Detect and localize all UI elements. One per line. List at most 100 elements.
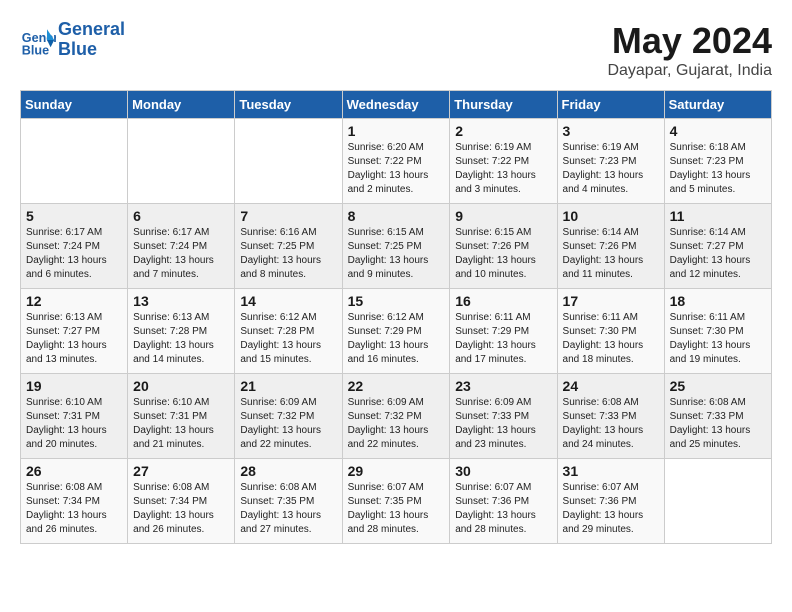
day-detail: Sunrise: 6:11 AMSunset: 7:30 PMDaylight:… <box>670 311 766 367</box>
day-number: 5 <box>26 208 122 224</box>
day-number: 25 <box>670 378 766 394</box>
month-title: May 2024 <box>607 20 772 62</box>
calendar-day-cell: 7 Sunrise: 6:16 AMSunset: 7:25 PMDaylight… <box>235 204 342 289</box>
day-number: 26 <box>26 463 122 479</box>
calendar-day-cell: 21 Sunrise: 6:09 AMSunset: 7:32 PMDayligh… <box>235 374 342 459</box>
day-number: 4 <box>670 123 766 139</box>
day-number: 13 <box>133 293 229 309</box>
calendar-day-cell: 24 Sunrise: 6:08 AMSunset: 7:33 PMDayligh… <box>557 374 664 459</box>
calendar-header-tuesday: Tuesday <box>235 91 342 119</box>
day-number: 22 <box>348 378 445 394</box>
subtitle: Dayapar, Gujarat, India <box>607 62 772 80</box>
day-detail: Sunrise: 6:07 AMSunset: 7:36 PMDaylight:… <box>455 481 551 537</box>
page-header: General Blue General Blue May 2024 Dayap… <box>20 20 772 80</box>
calendar-week-row: 1Sunrise: 6:20 AMSunset: 7:22 PMDaylight… <box>21 119 772 204</box>
calendar-header-wednesday: Wednesday <box>342 91 450 119</box>
day-detail: Sunrise: 6:19 AMSunset: 7:22 PMDaylight:… <box>455 141 551 197</box>
day-detail: Sunrise: 6:15 AMSunset: 7:25 PMDaylight:… <box>348 226 445 282</box>
day-number: 23 <box>455 378 551 394</box>
calendar-header-row: SundayMondayTuesdayWednesdayThursdayFrid… <box>21 91 772 119</box>
calendar-header-sunday: Sunday <box>21 91 128 119</box>
calendar-day-cell: 18Sunrise: 6:11 AMSunset: 7:30 PMDayligh… <box>664 289 771 374</box>
day-number: 17 <box>563 293 659 309</box>
day-detail: Sunrise: 6:14 AMSunset: 7:26 PMDaylight:… <box>563 226 659 282</box>
day-detail: Sunrise: 6:12 AMSunset: 7:29 PMDaylight:… <box>348 311 445 367</box>
calendar-day-cell: 25 Sunrise: 6:08 AMSunset: 7:33 PMDayligh… <box>664 374 771 459</box>
day-detail: Sunrise: 6:11 AMSunset: 7:30 PMDaylight:… <box>563 311 659 367</box>
day-detail: Sunrise: 6:08 AMSunset: 7:35 PMDaylight:… <box>240 481 336 537</box>
day-number: 2 <box>455 123 551 139</box>
day-detail: Sunrise: 6:11 AMSunset: 7:29 PMDaylight:… <box>455 311 551 367</box>
day-detail: Sunrise: 6:13 AMSunset: 7:28 PMDaylight:… <box>133 311 229 367</box>
day-detail: Sunrise: 6:08 AMSunset: 7:33 PMDaylight:… <box>670 396 766 452</box>
day-number: 11 <box>670 208 766 224</box>
calendar-day-cell: 10 Sunrise: 6:14 AMSunset: 7:26 PMDayligh… <box>557 204 664 289</box>
calendar-day-cell: 14 Sunrise: 6:12 AMSunset: 7:28 PMDayligh… <box>235 289 342 374</box>
calendar-day-cell: 16 Sunrise: 6:11 AMSunset: 7:29 PMDayligh… <box>450 289 557 374</box>
calendar-day-cell: 28 Sunrise: 6:08 AMSunset: 7:35 PMDayligh… <box>235 459 342 544</box>
day-number: 8 <box>348 208 445 224</box>
calendar-day-cell: 9 Sunrise: 6:15 AMSunset: 7:26 PMDaylight… <box>450 204 557 289</box>
day-number: 9 <box>455 208 551 224</box>
logo-general: General <box>58 19 125 39</box>
day-number: 21 <box>240 378 336 394</box>
day-detail: Sunrise: 6:10 AMSunset: 7:31 PMDaylight:… <box>133 396 229 452</box>
day-detail: Sunrise: 6:18 AMSunset: 7:23 PMDaylight:… <box>670 141 766 197</box>
calendar-day-cell: 27Sunrise: 6:08 AMSunset: 7:34 PMDayligh… <box>128 459 235 544</box>
calendar-day-cell: 4 Sunrise: 6:18 AMSunset: 7:23 PMDaylight… <box>664 119 771 204</box>
day-number: 7 <box>240 208 336 224</box>
calendar-week-row: 19 Sunrise: 6:10 AMSunset: 7:31 PMDayligh… <box>21 374 772 459</box>
calendar-day-cell: 5Sunrise: 6:17 AMSunset: 7:24 PMDaylight… <box>21 204 128 289</box>
day-number: 28 <box>240 463 336 479</box>
calendar-header-monday: Monday <box>128 91 235 119</box>
calendar-day-cell: 22 Sunrise: 6:09 AMSunset: 7:32 PMDayligh… <box>342 374 450 459</box>
day-number: 31 <box>563 463 659 479</box>
calendar-week-row: 26 Sunrise: 6:08 AMSunset: 7:34 PMDayligh… <box>21 459 772 544</box>
calendar-day-cell <box>235 119 342 204</box>
day-detail: Sunrise: 6:08 AMSunset: 7:33 PMDaylight:… <box>563 396 659 452</box>
day-number: 19 <box>26 378 122 394</box>
day-number: 10 <box>563 208 659 224</box>
calendar-day-cell: 23Sunrise: 6:09 AMSunset: 7:33 PMDayligh… <box>450 374 557 459</box>
calendar-week-row: 5 Sunrise: 6:17 AMSunset: 7:24 PMDaylight… <box>21 204 772 289</box>
logo: General Blue General Blue <box>20 20 125 60</box>
day-detail: Sunrise: 6:07 AMSunset: 7:35 PMDaylight:… <box>348 481 445 537</box>
day-detail: Sunrise: 6:10 AMSunset: 7:31 PMDaylight:… <box>26 396 122 452</box>
calendar-day-cell: 31 Sunrise: 6:07 AMSunset: 7:36 PMDayligh… <box>557 459 664 544</box>
day-number: 14 <box>240 293 336 309</box>
calendar-day-cell: 26 Sunrise: 6:08 AMSunset: 7:34 PMDayligh… <box>21 459 128 544</box>
calendar-day-cell: 29 Sunrise: 6:07 AMSunset: 7:35 PMDayligh… <box>342 459 450 544</box>
logo-icon: General Blue <box>20 22 56 58</box>
day-detail: Sunrise: 6:16 AMSunset: 7:25 PMDaylight:… <box>240 226 336 282</box>
calendar-day-cell: 17 Sunrise: 6:11 AMSunset: 7:30 PMDayligh… <box>557 289 664 374</box>
calendar-header-friday: Friday <box>557 91 664 119</box>
calendar-day-cell <box>664 459 771 544</box>
day-detail: Sunrise: 6:09 AMSunset: 7:32 PMDaylight:… <box>348 396 445 452</box>
day-detail: Sunrise: 6:14 AMSunset: 7:27 PMDaylight:… <box>670 226 766 282</box>
day-number: 15 <box>348 293 445 309</box>
calendar-day-cell: 20Sunrise: 6:10 AMSunset: 7:31 PMDayligh… <box>128 374 235 459</box>
calendar-day-cell: 3Sunrise: 6:19 AMSunset: 7:23 PMDaylight… <box>557 119 664 204</box>
day-detail: Sunrise: 6:17 AMSunset: 7:24 PMDaylight:… <box>133 226 229 282</box>
day-detail: Sunrise: 6:08 AMSunset: 7:34 PMDaylight:… <box>133 481 229 537</box>
calendar-day-cell <box>128 119 235 204</box>
calendar-day-cell: 19 Sunrise: 6:10 AMSunset: 7:31 PMDayligh… <box>21 374 128 459</box>
day-number: 29 <box>348 463 445 479</box>
day-detail: Sunrise: 6:20 AMSunset: 7:22 PMDaylight:… <box>348 141 445 197</box>
day-number: 24 <box>563 378 659 394</box>
day-detail: Sunrise: 6:12 AMSunset: 7:28 PMDaylight:… <box>240 311 336 367</box>
day-detail: Sunrise: 6:09 AMSunset: 7:32 PMDaylight:… <box>240 396 336 452</box>
day-number: 16 <box>455 293 551 309</box>
calendar-table: SundayMondayTuesdayWednesdayThursdayFrid… <box>20 90 772 544</box>
calendar-day-cell: 12Sunrise: 6:13 AMSunset: 7:27 PMDayligh… <box>21 289 128 374</box>
day-number: 3 <box>563 123 659 139</box>
calendar-header-thursday: Thursday <box>450 91 557 119</box>
calendar-day-cell: 13 Sunrise: 6:13 AMSunset: 7:28 PMDayligh… <box>128 289 235 374</box>
day-detail: Sunrise: 6:07 AMSunset: 7:36 PMDaylight:… <box>563 481 659 537</box>
calendar-day-cell: 15 Sunrise: 6:12 AMSunset: 7:29 PMDayligh… <box>342 289 450 374</box>
calendar-day-cell: 1Sunrise: 6:20 AMSunset: 7:22 PMDaylight… <box>342 119 450 204</box>
day-number: 6 <box>133 208 229 224</box>
calendar-header-saturday: Saturday <box>664 91 771 119</box>
day-detail: Sunrise: 6:15 AMSunset: 7:26 PMDaylight:… <box>455 226 551 282</box>
day-detail: Sunrise: 6:08 AMSunset: 7:34 PMDaylight:… <box>26 481 122 537</box>
